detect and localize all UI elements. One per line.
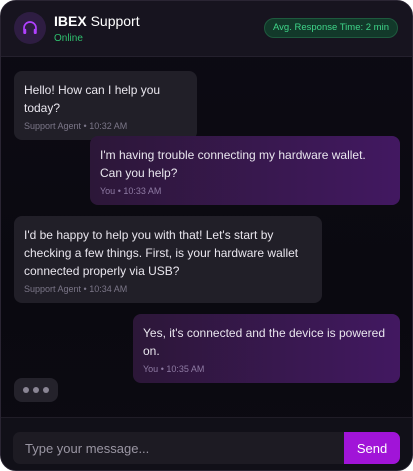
- support-chat-window: IBEX Support Online Avg. Response Time: …: [0, 0, 413, 471]
- message-user: I'm having trouble connecting my hardwar…: [90, 136, 400, 205]
- brand-title: IBEX Support: [54, 13, 140, 29]
- headset-icon: [14, 12, 46, 44]
- message-meta: You • 10:35 AM: [143, 364, 205, 374]
- send-button[interactable]: Send: [344, 432, 400, 464]
- message-text: I'm having trouble connecting my hardwar…: [100, 148, 366, 180]
- message-agent: Hello! How can I help you today? Support…: [14, 71, 197, 140]
- message-meta: Support Agent • 10:32 AM: [24, 121, 128, 131]
- message-text: Hello! How can I help you today?: [24, 83, 161, 115]
- message-text: Yes, it's connected and the device is po…: [143, 326, 386, 358]
- message-text: I'd be happy to help you with that! Let'…: [24, 228, 299, 278]
- status-online: Online: [54, 33, 83, 44]
- chat-header: IBEX Support Online Avg. Response Time: …: [1, 1, 412, 57]
- message-user: Yes, it's connected and the device is po…: [133, 314, 400, 383]
- message-input[interactable]: [13, 432, 344, 464]
- message-agent: I'd be happy to help you with that! Let'…: [14, 216, 322, 303]
- response-time-badge: Avg. Response Time: 2 min: [264, 18, 398, 38]
- message-composer: Send: [1, 417, 412, 470]
- message-meta: You • 10:33 AM: [100, 186, 162, 196]
- typing-dots-icon: [14, 378, 58, 402]
- message-meta: Support Agent • 10:34 AM: [24, 284, 128, 294]
